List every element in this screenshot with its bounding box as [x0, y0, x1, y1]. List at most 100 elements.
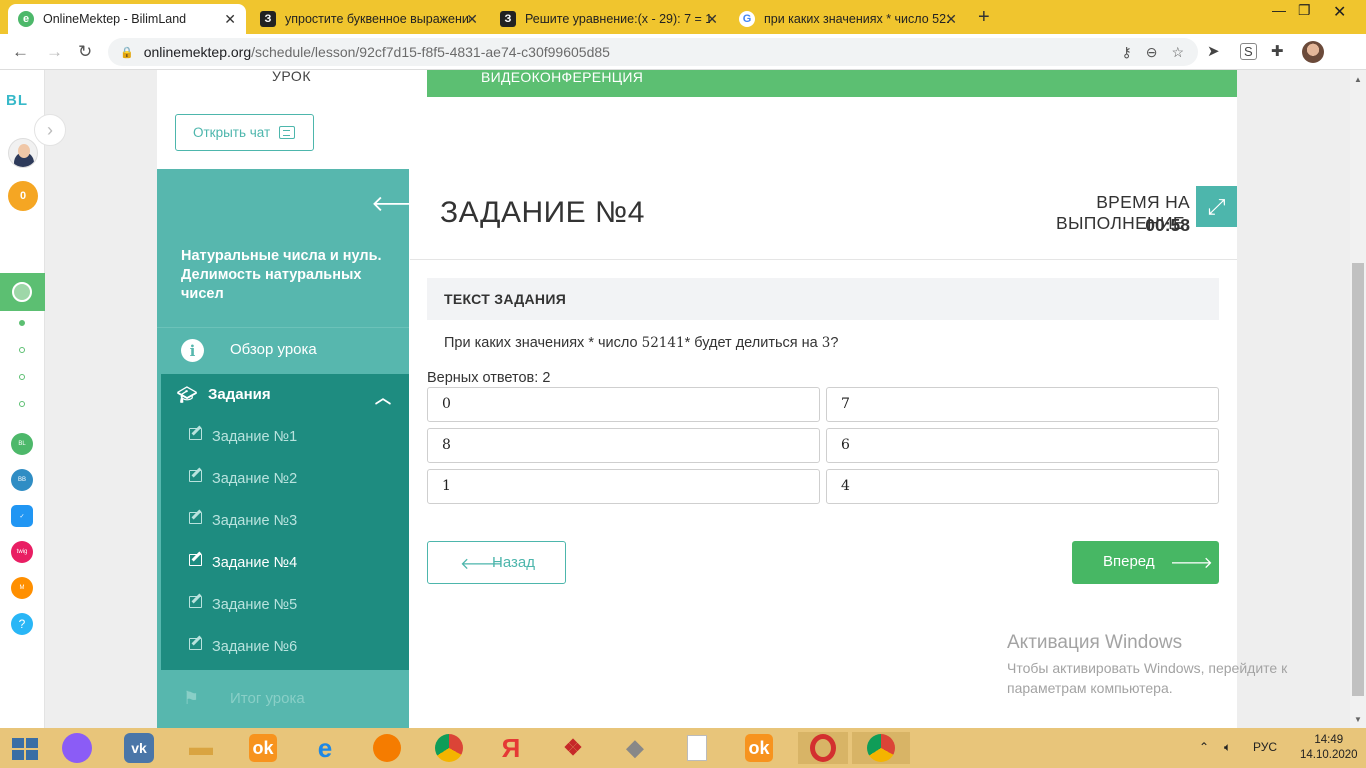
google-favicon-icon: G	[739, 11, 755, 27]
question-number: 52141	[641, 335, 685, 351]
puzzle-extensions-icon[interactable]: ✚	[1271, 42, 1284, 60]
rail-dot[interactable]	[19, 374, 25, 380]
rail-active-item[interactable]	[0, 273, 45, 311]
answer-option[interactable]: 8	[427, 428, 820, 463]
help-icon[interactable]: ?	[11, 613, 33, 635]
url-field[interactable]: 🔒 onlinemektep.org/schedule/lesson/92cf7…	[108, 38, 1198, 66]
opera-app-icon[interactable]	[798, 732, 848, 764]
send-extension-icon[interactable]: ➤	[1207, 42, 1220, 60]
scroll-down-icon[interactable]: ▼	[1354, 715, 1362, 724]
sidebar-item-label: Задание №4	[212, 555, 298, 571]
sidebar-item-tasks[interactable]: 🎓︎ Задания ︿	[161, 374, 409, 416]
s-extension-icon[interactable]: S	[1240, 43, 1257, 60]
chrome-app-icon[interactable]	[432, 732, 466, 764]
sidebar-item-overview[interactable]: i Обзор урока	[157, 327, 409, 372]
chat-icon	[279, 126, 296, 139]
sidebar-item-label: Задание №3	[212, 513, 298, 529]
rail-dot[interactable]	[19, 401, 25, 407]
url-host: onlinemektep.org	[143, 44, 252, 60]
odnoklassniki-icon[interactable]: ok	[742, 732, 776, 764]
package-app-icon[interactable]: ❖	[556, 732, 590, 764]
tray-arrow-icon[interactable]: ⌃	[1199, 740, 1209, 754]
tab-google-search[interactable]: G при каких значениях * число 52141 ✕	[729, 4, 967, 34]
user-avatar[interactable]	[8, 138, 38, 168]
test-app-icon[interactable]: ✓	[11, 505, 33, 527]
videoconference-tab[interactable]: ВИДЕОКОНФЕРЕНЦИЯ	[427, 70, 1237, 97]
zoom-icon[interactable]: ⊖	[1146, 44, 1158, 61]
sidebar-item-task-6[interactable]: Задание №6	[161, 626, 409, 668]
key-icon[interactable]: ⚷	[1121, 44, 1131, 61]
divider	[410, 259, 1237, 260]
bilimbook-app-icon[interactable]: BB	[11, 469, 33, 491]
odnoklassniki-icon[interactable]: ok	[246, 732, 280, 764]
coins-badge[interactable]: 0	[8, 181, 38, 211]
back-arrow-icon[interactable]: ←	[12, 42, 29, 62]
tab-title: Решите уравнение:(x - 29): 7 = 1	[525, 12, 710, 26]
twig-app-icon[interactable]: twig	[11, 541, 33, 563]
answer-option[interactable]: 7	[826, 387, 1219, 422]
scroll-up-icon[interactable]: ▲	[1354, 75, 1362, 84]
question-text: ?	[830, 335, 839, 351]
tab-simplify[interactable]: З упростите буквенное выражение ✕	[250, 4, 488, 34]
timer-value: 00:58	[1145, 215, 1190, 235]
reload-icon[interactable]: ↻	[78, 42, 92, 62]
answer-option[interactable]: 6	[826, 428, 1219, 463]
sidebar-item-task-2[interactable]: Задание №2	[161, 458, 409, 500]
language-indicator[interactable]: РУС	[1253, 740, 1277, 754]
sidebar-item-label: Задания	[208, 386, 271, 403]
document-app-icon[interactable]	[680, 732, 714, 764]
star-icon[interactable]: ☆	[1171, 44, 1184, 61]
fullscreen-button[interactable]: ⤢	[1196, 186, 1237, 227]
volume-icon[interactable]: 🔈︎	[1224, 740, 1231, 755]
answer-option[interactable]: 0	[427, 387, 820, 422]
close-tab-icon[interactable]: ✕	[945, 11, 957, 28]
scrollbar-thumb[interactable]	[1352, 263, 1364, 696]
rail-expand-button[interactable]: ›	[34, 114, 66, 146]
system-clock[interactable]: 14:49 14.10.2020	[1300, 733, 1358, 763]
file-explorer-icon[interactable]: ▬	[184, 732, 218, 764]
lesson-tab-label[interactable]: УРОК	[272, 68, 311, 84]
answer-option[interactable]: 1	[427, 469, 820, 504]
chevron-up-icon: ︿	[374, 390, 391, 407]
rail-dot[interactable]	[19, 320, 25, 326]
vk-app-icon[interactable]: vk	[122, 732, 156, 764]
answer-option[interactable]: 4	[826, 469, 1219, 504]
page-scrollbar[interactable]: ▲ ▼	[1350, 70, 1366, 728]
next-button[interactable]: Вперед 🡒	[1072, 541, 1219, 584]
sidebar-item-task-5[interactable]: Задание №5	[161, 584, 409, 626]
close-tab-icon[interactable]: ✕	[706, 11, 718, 28]
roblox-app-icon[interactable]: ◆	[618, 732, 652, 764]
edit-icon	[189, 512, 202, 524]
tab-onlinemektep[interactable]: e OnlineMektep - BilimLand ✕	[8, 4, 246, 34]
question-text: * будет делиться на	[684, 335, 822, 351]
edit-icon	[189, 428, 202, 440]
restore-icon[interactable]: ❐	[1298, 2, 1311, 19]
close-window-icon[interactable]: ✕	[1333, 2, 1346, 22]
mektep-app-icon[interactable]: M	[11, 577, 33, 599]
alice-app-icon[interactable]	[60, 732, 94, 764]
yandex-app-icon[interactable]: Я	[494, 732, 528, 764]
close-tab-icon[interactable]: ✕	[466, 11, 478, 28]
bilimland-logo[interactable]: BL	[6, 92, 28, 109]
sidebar-item-label: Задание №5	[212, 597, 298, 613]
windows-start-icon[interactable]	[12, 738, 38, 760]
profile-avatar[interactable]	[1302, 41, 1324, 63]
chrome-active-app-icon[interactable]	[852, 732, 910, 764]
open-chat-button[interactable]: Открыть чат	[175, 114, 314, 151]
forward-arrow-icon[interactable]: →	[46, 42, 63, 62]
sidebar-item-task-4[interactable]: Задание №4	[161, 542, 409, 584]
sidebar-item-result[interactable]: ⚑ Итог урока	[157, 672, 409, 728]
close-tab-icon[interactable]: ✕	[224, 11, 236, 28]
sidebar-item-task-1[interactable]: Задание №1	[161, 416, 409, 458]
internet-explorer-icon[interactable]: e	[308, 732, 342, 764]
back-button[interactable]: 🡐 Назад	[427, 541, 566, 584]
minimize-icon[interactable]: —	[1272, 2, 1286, 18]
sidebar-item-task-3[interactable]: Задание №3	[161, 500, 409, 542]
bilimland-app-icon[interactable]: BL	[11, 433, 33, 455]
media-app-icon[interactable]	[370, 732, 404, 764]
tab-equation[interactable]: З Решите уравнение:(x - 29): 7 = 1 ✕	[490, 4, 728, 34]
rail-dot[interactable]	[19, 347, 25, 353]
new-tab-icon[interactable]: +	[978, 6, 990, 29]
back-arrow-icon[interactable]: 🡐	[371, 191, 430, 217]
edit-icon	[189, 638, 202, 650]
